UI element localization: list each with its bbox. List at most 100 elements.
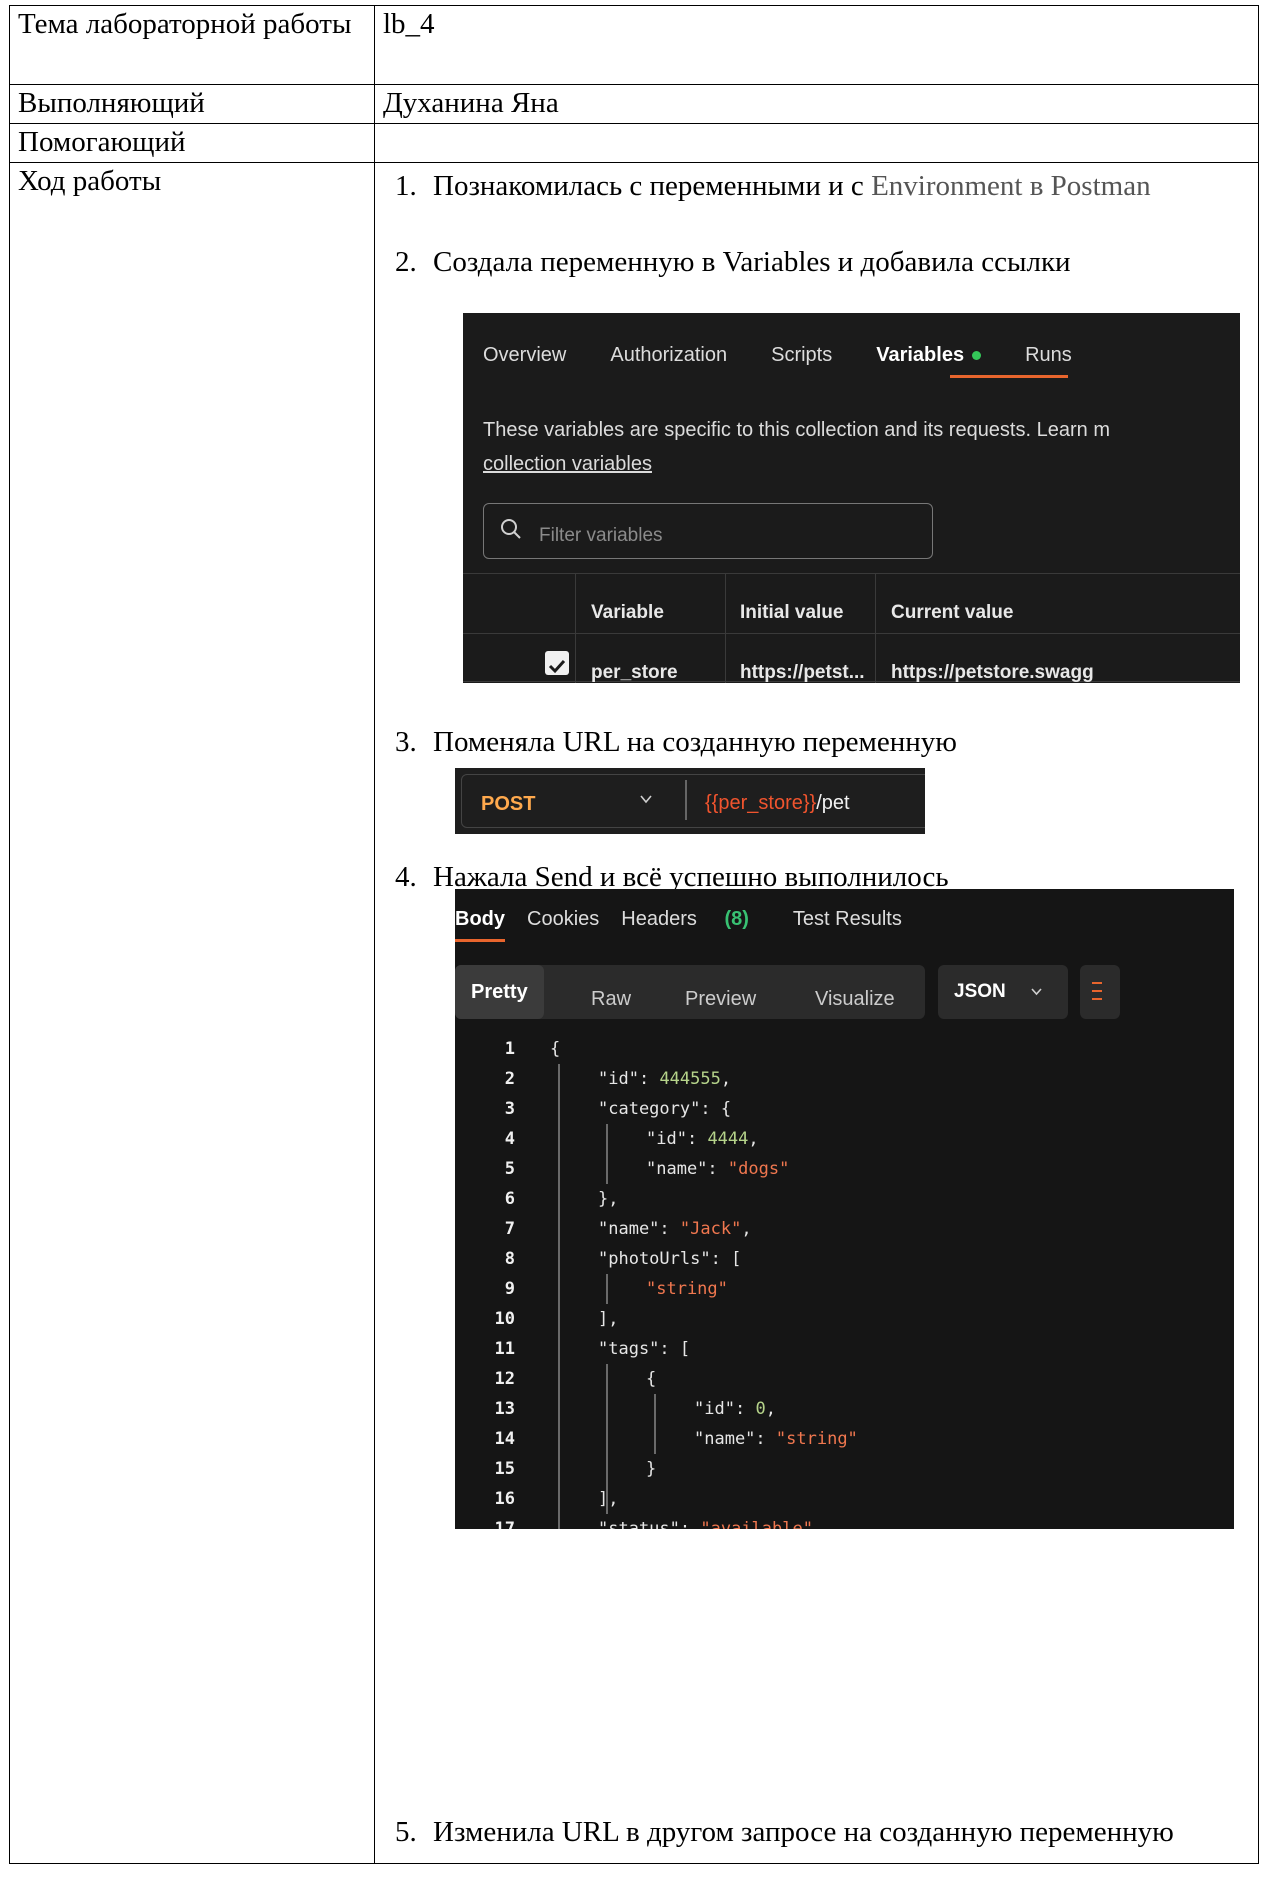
work-progress-cell: 1. Познакомилась с переменными и с Envir…: [374, 162, 1259, 1864]
step-number: 1.: [395, 170, 417, 202]
step-5: 5. Изменила URL в другом запросе на созд…: [395, 1813, 1265, 1851]
line-number: 14: [494, 1429, 515, 1449]
line-number: 3: [504, 1099, 515, 1119]
line-number: 5: [504, 1159, 515, 1179]
variable-name-cell[interactable]: per_store: [591, 655, 678, 683]
row-value: [374, 123, 1259, 163]
step-text: Познакомилась с переменными и с: [433, 170, 872, 202]
mode-pretty[interactable]: Pretty: [455, 965, 544, 1019]
response-tabs: Body Cookies Headers (8) Test Results: [455, 901, 924, 937]
step-number: 4.: [395, 861, 417, 893]
tab-variables[interactable]: Variables: [876, 337, 982, 373]
table-divider: [463, 573, 1240, 574]
step-number: 3.: [395, 726, 417, 758]
table-row: Ход работы 1. Познакомилась с переменным…: [9, 162, 1259, 1864]
current-value-cell[interactable]: https://petstore.swagg: [891, 655, 1094, 683]
row-value: lb_4: [374, 5, 1259, 85]
collection-variables-link[interactable]: collection variables: [483, 447, 1110, 481]
tab-headers-label: Headers: [621, 908, 697, 930]
format-select[interactable]: JSON: [938, 965, 1068, 1019]
report-table: Тема лабораторной работы lb_4 Выполняющи…: [9, 5, 1259, 1864]
line-number: 4: [504, 1129, 515, 1149]
column-header-initial: Initial value: [740, 602, 844, 623]
indent-guide: [606, 1274, 608, 1304]
tab-test-results[interactable]: Test Results: [793, 908, 902, 930]
column-divider: [725, 573, 726, 683]
row-label: Тема лабораторной работы: [9, 5, 375, 85]
chevron-down-icon[interactable]: [639, 792, 653, 806]
url-path: /pet: [816, 792, 850, 814]
line-number: 13: [494, 1399, 515, 1419]
tab-cookies[interactable]: Cookies: [527, 908, 599, 930]
code-text: "id": 4444,: [646, 1129, 759, 1149]
tab-variables-label: Variables: [876, 344, 965, 366]
code-text: "string": [646, 1279, 728, 1299]
step-number: 5.: [395, 1816, 417, 1848]
mode-preview[interactable]: Preview: [685, 981, 756, 1017]
tab-overview[interactable]: Overview: [483, 337, 566, 373]
variable-enabled-checkbox[interactable]: [545, 651, 569, 675]
document-page: Тема лабораторной работы lb_4 Выполняющи…: [0, 0, 1265, 1877]
code-text: ],: [598, 1309, 619, 1329]
column-divider: [575, 573, 576, 683]
line-number: 17: [494, 1519, 515, 1529]
tab-runs[interactable]: Runs: [1025, 337, 1072, 373]
filter-variables-input[interactable]: Filter variables: [483, 503, 933, 559]
step-3: 3. Поменяла URL на созданную переменную: [395, 723, 1265, 761]
code-text: },: [598, 1189, 619, 1209]
code-text: {: [646, 1369, 657, 1389]
tab-body[interactable]: Body: [455, 908, 505, 930]
line-number: 2: [504, 1069, 515, 1089]
wrap-lines-icon: [1092, 982, 1102, 1000]
line-number: 10: [494, 1309, 515, 1329]
indent-guide: [654, 1394, 656, 1454]
step-number: 2.: [395, 246, 417, 278]
line-number: 11: [494, 1339, 515, 1359]
indent-guide: [558, 1064, 560, 1529]
step-1: 1. Познакомилась с переменными и с Envir…: [395, 167, 1265, 205]
code-text: "name": "dogs": [646, 1159, 790, 1179]
indent-guide: [606, 1364, 608, 1514]
code-text: "category": {: [598, 1099, 732, 1119]
initial-value-cell[interactable]: https://petst...: [740, 655, 865, 683]
code-text: "name": "Jack",: [598, 1219, 752, 1239]
url-separator: [685, 780, 687, 820]
line-number: 12: [494, 1369, 515, 1389]
modified-dot-icon: [972, 351, 982, 361]
code-text: "tags": [: [598, 1339, 691, 1359]
tab-authorization[interactable]: Authorization: [610, 337, 727, 373]
row-value: Духанина Яна: [374, 84, 1259, 124]
table-row: Помогающий: [9, 123, 1259, 163]
code-text: "photoUrls": [: [598, 1249, 742, 1269]
url-variable: {{per_store}}: [705, 792, 817, 814]
tab-headers[interactable]: Headers (8): [621, 908, 771, 930]
mode-raw[interactable]: Raw: [591, 981, 631, 1017]
line-number: 15: [494, 1459, 515, 1479]
line-number: 8: [504, 1249, 515, 1269]
step-text: Изменила URL в другом запросе на созданн…: [433, 1816, 1174, 1848]
http-method-select[interactable]: POST: [481, 786, 535, 822]
chevron-down-icon: [1031, 988, 1042, 996]
search-icon: [501, 519, 521, 539]
description-text: These variables are specific to this col…: [483, 419, 1110, 441]
filter-placeholder: Filter variables: [539, 525, 663, 546]
table-row: Выполняющий Духанина Яна: [9, 84, 1259, 124]
wrap-lines-button[interactable]: [1080, 965, 1120, 1019]
headers-count-badge: (8): [724, 908, 749, 930]
line-number: 9: [504, 1279, 515, 1299]
collection-tabs: Overview Authorization Scripts Variables…: [483, 337, 1116, 373]
request-url-input[interactable]: {{per_store}}/pet: [705, 785, 850, 821]
indent-guide: [606, 1124, 608, 1184]
code-text: "id": 444555,: [598, 1069, 732, 1089]
tab-scripts[interactable]: Scripts: [771, 337, 832, 373]
code-text: "status": "available": [598, 1519, 813, 1529]
column-header-variable: Variable: [591, 602, 664, 623]
step-text: Поменяла URL на созданную переменную: [433, 726, 957, 758]
table-divider: [463, 633, 1240, 634]
code-text: {: [550, 1039, 561, 1059]
url-bar-screenshot: POST {{per_store}}/pet: [455, 768, 925, 834]
step-2: 2. Создала переменную в Variables и доба…: [395, 243, 1265, 281]
mode-visualize[interactable]: Visualize: [815, 981, 895, 1017]
code-text: "id": 0,: [694, 1399, 776, 1419]
code-text: ],: [598, 1489, 619, 1509]
